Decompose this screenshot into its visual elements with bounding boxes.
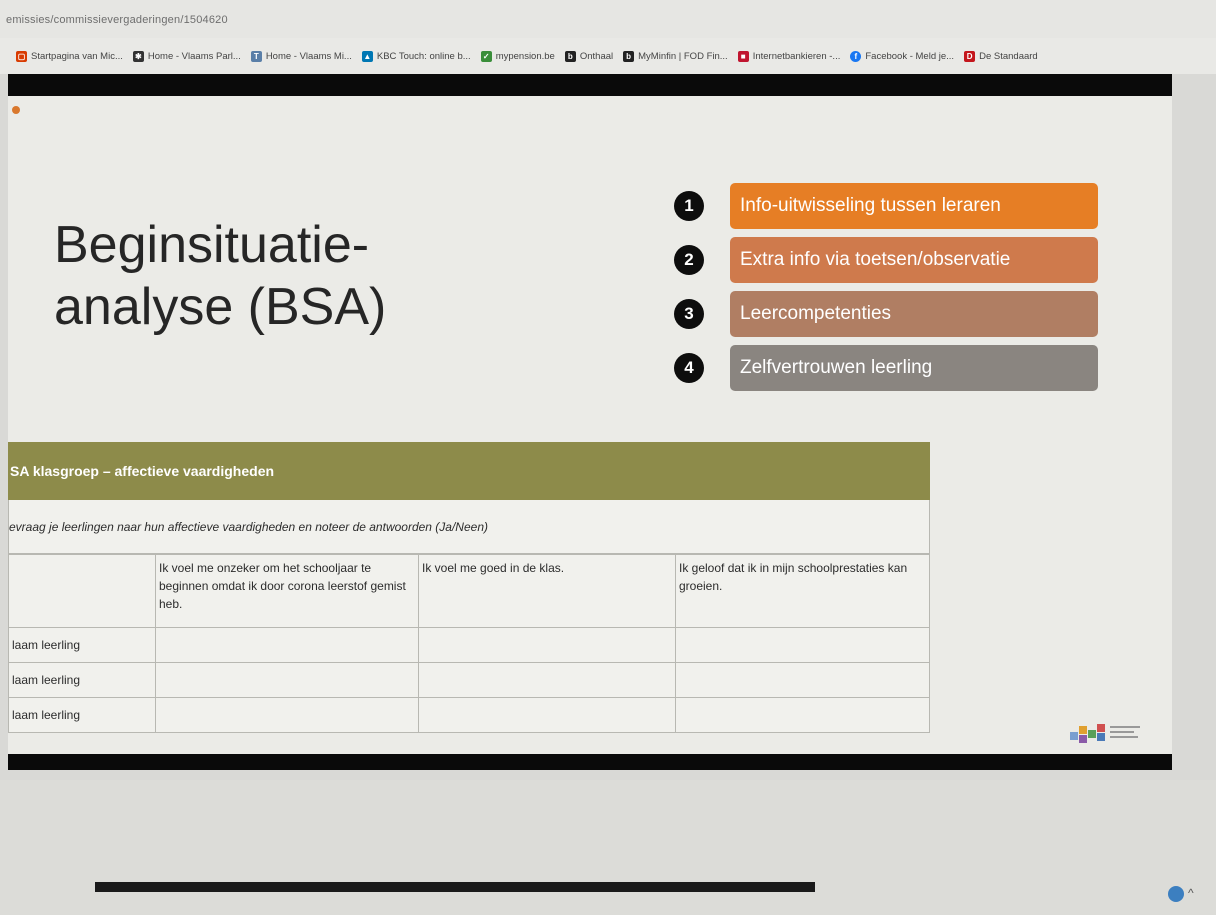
bookmark-mypension[interactable]: ✓ mypension.be xyxy=(480,50,555,62)
step-label: Info-uitwisseling tussen leraren xyxy=(730,183,1098,229)
column-header: Ik geloof dat ik in mijn schoolprestatie… xyxy=(675,554,930,628)
bookmark-facebook[interactable]: f Facebook - Meld je... xyxy=(850,50,955,62)
answer-cell xyxy=(675,662,930,698)
title-line-1: Beginsituatie- xyxy=(54,216,370,274)
step-number: 3 xyxy=(674,299,704,329)
step-1: 1 Info-uitwisseling tussen leraren xyxy=(674,183,1098,229)
be-icon: b xyxy=(623,50,635,62)
title-line-2: analyse (BSA) xyxy=(54,278,387,336)
step-label: Leercompetenties xyxy=(730,291,1098,337)
table-header: SA klasgroep – affectieve vaardigheden xyxy=(8,442,930,500)
ds-icon: D xyxy=(964,50,976,62)
bookmark-kbc[interactable]: ▲ KBC Touch: online b... xyxy=(361,50,471,62)
bank-icon: ■ xyxy=(737,50,749,62)
presentation-slide: Beginsituatie- analyse (BSA) 1 Info-uitw… xyxy=(8,96,1172,754)
step-2: 2 Extra info via toetsen/observatie xyxy=(674,237,1098,283)
system-tray: ^ xyxy=(1168,886,1194,902)
be-icon: b xyxy=(564,50,576,62)
pension-icon: ✓ xyxy=(480,50,492,62)
answer-cell xyxy=(155,627,419,663)
bookmark-label: Home - Vlaams Parl... xyxy=(147,50,241,62)
row-label: laam leerling xyxy=(8,627,156,663)
slide-title: Beginsituatie- analyse (BSA) xyxy=(54,214,386,338)
corner-cell xyxy=(8,554,156,628)
bookmark-onthaal[interactable]: b Onthaal xyxy=(564,50,614,62)
table-row: laam leerling xyxy=(8,697,930,733)
answer-cell xyxy=(675,627,930,663)
row-label: laam leerling xyxy=(8,697,156,733)
address-bar[interactable]: emissies/commissievergaderingen/1504620 xyxy=(0,0,1216,38)
column-header: Ik voel me goed in de klas. xyxy=(418,554,676,628)
slide-top-bar xyxy=(8,74,1172,96)
bsa-table: SA klasgroep – affectieve vaardigheden e… xyxy=(8,442,930,733)
bookmark-label: Startpagina van Mic... xyxy=(31,50,123,62)
url-text: emissies/commissievergaderingen/1504620 xyxy=(6,14,228,26)
parliament-icon: ✱ xyxy=(132,50,144,62)
table-row: laam leerling xyxy=(8,627,930,663)
slide-bottom-bar xyxy=(8,754,1172,770)
answer-cell xyxy=(155,697,419,733)
screen-bottom-area xyxy=(0,780,1216,915)
facebook-icon: f xyxy=(850,50,862,62)
bookmark-label: De Standaard xyxy=(979,50,1038,62)
column-header: Ik voel me onzeker om het schooljaar te … xyxy=(155,554,419,628)
bookmark-label: MyMinfin | FOD Fin... xyxy=(638,50,728,62)
bookmarks-bar: ▢ Startpagina van Mic... ✱ Home - Vlaams… xyxy=(0,38,1216,74)
table-instruction: evraag je leerlingen naar hun affectieve… xyxy=(8,500,930,554)
step-number: 2 xyxy=(674,245,704,275)
help-icon[interactable] xyxy=(1168,886,1184,902)
chevron-up-icon[interactable]: ^ xyxy=(1188,886,1194,902)
answers-table: Ik voel me onzeker om het schooljaar te … xyxy=(8,554,930,733)
office-icon: ▢ xyxy=(16,50,27,62)
bookmark-label: mypension.be xyxy=(495,50,555,62)
bookmark-startpagina[interactable]: ▢ Startpagina van Mic... xyxy=(16,50,123,62)
step-number: 4 xyxy=(674,353,704,383)
table-row: laam leerling xyxy=(8,662,930,698)
step-label: Zelfvertrouwen leerling xyxy=(730,345,1098,391)
bookmark-label: Internetbankieren -... xyxy=(752,50,841,62)
organization-logo xyxy=(1070,724,1140,743)
answer-cell xyxy=(418,627,676,663)
bookmark-vlaams-ministerie[interactable]: T Home - Vlaams Mi... xyxy=(250,50,352,62)
bookmark-vlaams-parlement[interactable]: ✱ Home - Vlaams Parl... xyxy=(132,50,241,62)
answer-cell xyxy=(418,662,676,698)
bookmark-label: KBC Touch: online b... xyxy=(376,50,471,62)
step-number: 1 xyxy=(674,191,704,221)
kbc-icon: ▲ xyxy=(361,50,373,62)
step-label: Extra info via toetsen/observatie xyxy=(730,237,1098,283)
bookmark-de-standaard[interactable]: D De Standaard xyxy=(964,50,1038,62)
bookmark-label: Home - Vlaams Mi... xyxy=(265,50,352,62)
step-4: 4 Zelfvertrouwen leerling xyxy=(674,345,1098,391)
ministry-icon: T xyxy=(250,50,262,62)
bookmark-internetbankieren[interactable]: ■ Internetbankieren -... xyxy=(737,50,841,62)
answer-cell xyxy=(155,662,419,698)
step-3: 3 Leercompetenties xyxy=(674,291,1098,337)
recording-dot-icon xyxy=(12,106,20,114)
taskbar xyxy=(95,882,815,892)
answer-cell xyxy=(675,697,930,733)
bookmark-label: Onthaal xyxy=(579,50,614,62)
bookmark-myminfin[interactable]: b MyMinfin | FOD Fin... xyxy=(623,50,728,62)
row-label: laam leerling xyxy=(8,662,156,698)
answer-cell xyxy=(418,697,676,733)
bookmark-label: Facebook - Meld je... xyxy=(865,50,955,62)
